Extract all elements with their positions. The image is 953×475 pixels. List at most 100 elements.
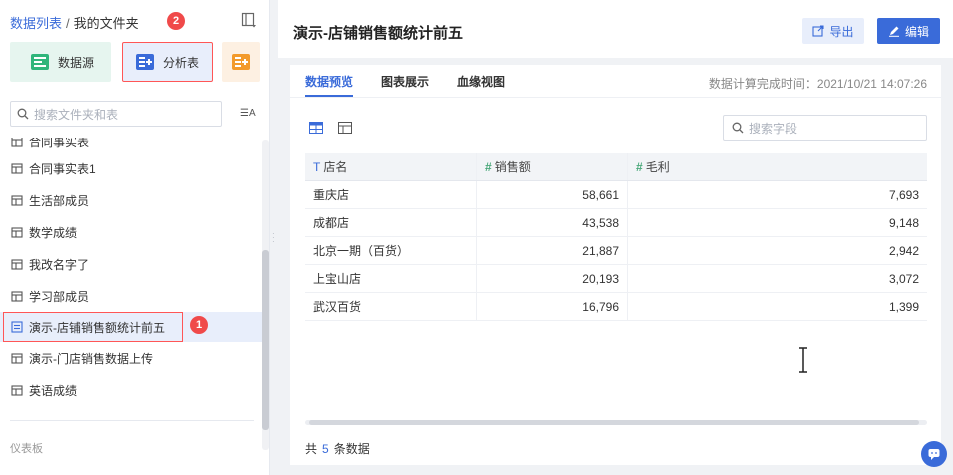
tree-item-selected[interactable]: 演示-店铺销售额统计前五 — [0, 312, 262, 342]
analysis-table-button[interactable]: 分析表 — [122, 42, 213, 82]
table-cell: 21,887 — [477, 237, 628, 264]
sidebar-scrollbar[interactable] — [262, 140, 269, 450]
chat-icon — [928, 449, 940, 460]
edit-label: 编辑 — [904, 24, 929, 39]
number-field-icon: # — [485, 159, 492, 174]
tree-item-label: 数学成绩 — [29, 225, 78, 240]
breadcrumb: 数据列表 / 我的文件夹 — [10, 13, 139, 32]
layout-toggle-icon[interactable] — [241, 12, 257, 28]
table-cell: 上宝山店 — [305, 265, 477, 292]
sort-icon-label: A — [248, 108, 256, 119]
table-icon — [11, 138, 23, 147]
tree-item[interactable]: 数学成绩 — [0, 217, 262, 247]
table-row: 重庆店 58,661 7,693 — [305, 181, 927, 209]
tree-item[interactable]: 合同事实表1 — [0, 153, 262, 183]
sidebar-scrollbar-thumb[interactable] — [262, 250, 269, 430]
table-icon — [11, 353, 23, 364]
tree-item[interactable]: 我改名字了 — [0, 249, 262, 279]
table-horizontal-scrollbar[interactable] — [305, 420, 927, 425]
column-header[interactable]: # 销售额 — [477, 153, 628, 180]
content-panel: 数据预览 图表展示 血缘视图 数据计算完成时间：2021/10/21 14:07… — [290, 65, 941, 465]
datasource-label: 数据源 — [58, 55, 95, 70]
resize-handle[interactable]: · · · — [272, 230, 275, 246]
field-search-placeholder: 搜索字段 — [749, 121, 798, 136]
search-icon — [17, 108, 29, 120]
datasource-icon — [31, 54, 49, 70]
tree-item[interactable]: 生活部成员 — [0, 185, 262, 215]
table-scrollbar-thumb[interactable] — [309, 420, 919, 425]
tree-item-label: 演示-门店销售数据上传 — [29, 351, 153, 366]
tree-item-label: 合同事实表 — [29, 138, 90, 149]
field-search-input[interactable]: 搜索字段 — [723, 115, 927, 141]
edit-icon — [888, 26, 899, 37]
export-button[interactable]: 导出 — [802, 18, 864, 44]
tree-item-label: 英语成绩 — [29, 383, 78, 398]
table-cell: 7,693 — [888, 187, 919, 202]
column-header-label: 销售额 — [494, 160, 531, 174]
sort-icon[interactable]: ☰A — [240, 108, 256, 119]
row-count-prefix: 共 — [305, 442, 318, 456]
table-cell: 43,538 — [477, 209, 628, 236]
analysis-table-label: 分析表 — [163, 55, 200, 70]
view-tabs: 数据预览 图表展示 血缘视图 — [305, 75, 533, 97]
highlight-box — [3, 312, 183, 342]
export-icon — [812, 25, 825, 37]
column-header[interactable]: # 毛利 — [628, 153, 927, 180]
calc-time: 数据计算完成时间：2021/10/21 14:07:26 — [708, 77, 927, 91]
dataset-combine-icon — [232, 54, 250, 70]
more-source-button[interactable] — [222, 42, 260, 82]
column-view-icon[interactable] — [338, 122, 352, 134]
table-cell: 北京一期（百货） — [305, 237, 477, 264]
table-row: 北京一期（百货） 21,887 2,942 — [305, 237, 927, 265]
table-row: 上宝山店 20,193 3,072 — [305, 265, 927, 293]
table-cell: 16,796 — [477, 293, 628, 320]
table-cell: 20,193 — [477, 265, 628, 292]
analysis-table-icon — [136, 54, 154, 70]
step-badge-1: 1 — [190, 316, 208, 334]
table-cell: 重庆店 — [305, 181, 477, 208]
tree-item[interactable]: 学习部成员 — [0, 281, 262, 311]
search-icon — [732, 122, 744, 134]
table-cell: 2,942 — [888, 243, 919, 258]
table-icon — [11, 195, 23, 206]
table-icon — [11, 227, 23, 238]
table-header-row: T 店名 # 销售额 # 毛利 — [305, 153, 927, 181]
breadcrumb-separator: / — [66, 16, 70, 31]
tree-item[interactable]: 英语成绩 — [0, 375, 262, 405]
tree-item-label: 学习部成员 — [29, 289, 90, 304]
table-row: 武汉百货 16,796 1,399 — [305, 293, 927, 321]
tree-item-label: 合同事实表1 — [29, 161, 96, 176]
column-header[interactable]: T 店名 — [305, 153, 477, 180]
page-title: 演示-店铺销售额统计前五 — [293, 25, 463, 42]
table-icon — [11, 291, 23, 302]
row-count-number: 5 — [322, 442, 329, 456]
sidebar: 数据列表 / 我的文件夹 数据源 分析表 搜索文件夹和表 ☰A 合同事实表 合同… — [0, 0, 270, 475]
row-count: 共 5 条数据 — [305, 440, 370, 457]
text-cursor-icon — [799, 347, 807, 373]
data-preview-table: T 店名 # 销售额 # 毛利 重庆店 58,661 7,693 成都店 43,538… — [305, 153, 927, 321]
tree-item-label: 我改名字了 — [29, 257, 90, 272]
main-header: 演示-店铺销售额统计前五 导出 编辑 — [278, 0, 953, 58]
table-icon — [11, 163, 23, 174]
table-cell: 58,661 — [477, 181, 628, 208]
grid-view-icon[interactable] — [309, 122, 323, 134]
table-cell: 1,399 — [888, 299, 919, 314]
column-header-label: 毛利 — [645, 160, 670, 174]
export-label: 导出 — [829, 24, 854, 39]
table-cell: 9,148 — [888, 215, 919, 230]
table-icon — [11, 259, 23, 270]
tree-item[interactable]: 演示-门店销售数据上传 — [0, 343, 262, 373]
row-count-suffix: 条数据 — [333, 442, 370, 456]
dashboard-section-label: 仪表板 — [10, 443, 43, 455]
folder-search-input[interactable]: 搜索文件夹和表 — [10, 101, 222, 127]
tab-data-preview[interactable]: 数据预览 — [305, 75, 354, 97]
edit-button[interactable]: 编辑 — [877, 18, 940, 44]
help-chat-button[interactable] — [921, 441, 947, 467]
datasource-button[interactable]: 数据源 — [10, 42, 111, 82]
breadcrumb-root-link[interactable]: 数据列表 — [10, 16, 62, 31]
tabs-divider — [290, 97, 941, 98]
tab-lineage-view[interactable]: 血缘视图 — [457, 75, 505, 97]
tree-item-label: 生活部成员 — [29, 193, 90, 208]
table-cell: 武汉百货 — [305, 293, 477, 320]
tab-chart-view[interactable]: 图表展示 — [381, 75, 429, 97]
